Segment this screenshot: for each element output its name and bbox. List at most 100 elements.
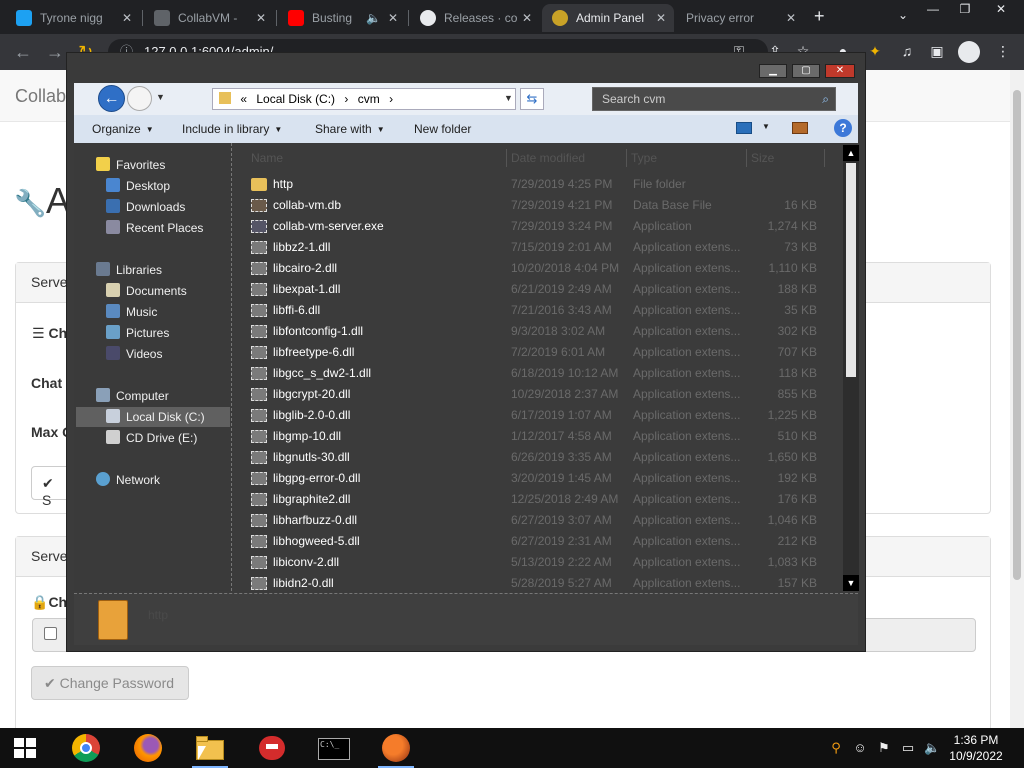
close-icon[interactable]: ✕: [256, 11, 266, 25]
profile-avatar-icon[interactable]: [958, 41, 980, 63]
scrollbar-thumb[interactable]: [846, 163, 856, 377]
file-row[interactable]: libcairo-2.dll 10/20/2018 4:04 PM Applicat…: [245, 258, 837, 279]
menu-icon[interactable]: ⋮: [994, 43, 1012, 61]
nav-recent-places[interactable]: Recent Places: [106, 218, 203, 238]
file-row[interactable]: libharfbuzz-0.dll 6/27/2019 3:07 AM Applic…: [245, 510, 837, 531]
search-icon[interactable]: ⚲: [828, 740, 844, 756]
organize-menu[interactable]: Organize ▼: [92, 122, 154, 136]
puzzle-icon[interactable]: ✦: [866, 43, 884, 61]
speaker-icon[interactable]: 🔈: [366, 11, 381, 25]
nav-desktop[interactable]: Desktop: [106, 176, 170, 196]
file-row[interactable]: libfreetype-6.dll 7/2/2019 6:01 AM Applica…: [245, 342, 837, 363]
file-row[interactable]: libhogweed-5.dll 6/27/2019 2:31 AM Applica…: [245, 531, 837, 552]
forward-arrow-icon[interactable]: →: [46, 42, 64, 63]
tab-github[interactable]: Releases · co ✕: [410, 4, 540, 32]
volume-icon[interactable]: 🔈: [924, 740, 940, 756]
page-scrollbar[interactable]: [1010, 70, 1024, 728]
file-row[interactable]: libgpg-error-0.dll 3/20/2019 1:45 AM Appli…: [245, 468, 837, 489]
file-row[interactable]: libbz2-1.dll 7/15/2019 2:01 AM Application…: [245, 237, 837, 258]
minimize-icon[interactable]: —: [918, 0, 948, 18]
column-header-size[interactable]: Size: [751, 149, 825, 167]
file-row[interactable]: libgraphite2.dll 12/25/2018 2:49 AM Applic…: [245, 489, 837, 510]
scrollbar-thumb[interactable]: [1013, 90, 1021, 580]
collabvm-icon[interactable]: [378, 732, 414, 768]
help-icon[interactable]: ?: [834, 119, 852, 137]
include-in-library-menu[interactable]: Include in library ▼: [182, 122, 282, 136]
password-checkbox[interactable]: [44, 627, 57, 640]
firefox-icon[interactable]: [130, 732, 166, 764]
nav-videos[interactable]: Videos: [106, 344, 162, 364]
file-row[interactable]: libgcc_s_dw2-1.dll 6/18/2019 10:12 AM Appl…: [245, 363, 837, 384]
save-button[interactable]: ✔ S: [31, 466, 71, 508]
scroll-down-icon[interactable]: ▼: [843, 575, 859, 591]
search-icon[interactable]: ⌕: [822, 88, 829, 110]
nav-network[interactable]: Network: [96, 470, 160, 490]
file-row[interactable]: libglib-2.0-0.dll 6/17/2019 1:07 AM Applic…: [245, 405, 837, 426]
forward-button[interactable]: [127, 86, 152, 111]
nav-documents[interactable]: Documents: [106, 281, 187, 301]
network-icon[interactable]: ▭: [900, 740, 916, 756]
breadcrumb-local-disk[interactable]: Local Disk (C:): [256, 92, 335, 106]
search-input[interactable]: Search cvm ⌕: [592, 87, 836, 111]
file-row[interactable]: libgmp-10.dll 1/12/2017 4:58 AM Applicatio…: [245, 426, 837, 447]
tab-collabvm[interactable]: CollabVM - ✕: [144, 4, 274, 32]
change-password-button[interactable]: ✔ Change Password: [31, 666, 189, 700]
cmd-icon[interactable]: C:\_: [316, 732, 352, 764]
column-header-name[interactable]: Name: [251, 149, 507, 167]
preview-pane-icon[interactable]: [792, 122, 808, 134]
tab-privacy-error[interactable]: Privacy error ✕: [676, 4, 804, 32]
windows-start-icon[interactable]: [14, 738, 36, 758]
tab-admin-panel[interactable]: Admin Panel ✕: [542, 4, 674, 32]
emoji-icon[interactable]: ☺: [852, 740, 868, 756]
share-with-menu[interactable]: Share with ▼: [315, 122, 385, 136]
chrome-icon[interactable]: [68, 732, 104, 764]
views-icon[interactable]: [736, 122, 752, 134]
scroll-up-icon[interactable]: ▲: [843, 145, 859, 161]
restore-icon[interactable]: ❐: [950, 0, 980, 18]
nav-local-disk[interactable]: Local Disk (C:): [76, 407, 230, 427]
nav-cd-drive[interactable]: CD Drive (E:): [106, 428, 197, 448]
file-row[interactable]: collab-vm-server.exe 7/29/2019 3:24 PM App…: [245, 216, 837, 237]
close-icon[interactable]: ✕: [786, 11, 796, 25]
column-header-date[interactable]: Date modified: [511, 149, 627, 167]
sidepanel-icon[interactable]: ▣: [928, 43, 946, 61]
file-row[interactable]: libgnutls-30.dll 6/26/2019 3:35 AM Applica…: [245, 447, 837, 468]
back-arrow-icon[interactable]: ←: [14, 42, 32, 63]
window-titlebar[interactable]: [67, 53, 865, 83]
clock-time[interactable]: 1:36 PM: [948, 733, 1004, 747]
file-row[interactable]: libiconv-2.dll 5/13/2019 2:22 AM Applicati…: [245, 552, 837, 573]
action-center-icon[interactable]: ⚑: [876, 740, 892, 756]
breadcrumb[interactable]: « Local Disk (C:) › cvm ›: [212, 88, 516, 110]
new-folder-button[interactable]: New folder: [414, 122, 471, 136]
column-header-type[interactable]: Type: [631, 149, 747, 167]
breadcrumb-cvm[interactable]: cvm: [358, 92, 380, 106]
nav-music[interactable]: Music: [106, 302, 157, 322]
close-icon[interactable]: ✕: [986, 0, 1016, 18]
file-row[interactable]: http 7/29/2019 4:25 PM File folder: [245, 174, 837, 195]
nav-libraries[interactable]: Libraries: [96, 260, 162, 280]
file-row[interactable]: libffi-6.dll 7/21/2016 3:43 AM Application…: [245, 300, 837, 321]
tab-twitter[interactable]: Tyrone nigg ✕: [6, 4, 140, 32]
angry-birds-icon[interactable]: [254, 732, 290, 764]
new-tab-button[interactable]: +: [814, 6, 825, 27]
file-list-scrollbar[interactable]: ▲ ▼: [843, 145, 859, 591]
refresh-icon[interactable]: ⇆: [520, 88, 544, 110]
file-row[interactable]: collab-vm.db 7/29/2019 4:21 PM Data Base F…: [245, 195, 837, 216]
close-icon[interactable]: ✕: [522, 11, 532, 25]
maximize-button[interactable]: ▢: [792, 64, 820, 78]
nav-downloads[interactable]: Downloads: [106, 197, 185, 217]
file-row[interactable]: libidn2-0.dll 5/28/2019 5:27 AM Applicatio…: [245, 573, 837, 591]
breadcrumb-separator[interactable]: ›: [344, 92, 348, 106]
tab-search-icon[interactable]: ⌄: [898, 8, 908, 22]
close-icon[interactable]: ✕: [388, 11, 398, 25]
tab-youtube[interactable]: Busting 🔈 ✕: [278, 4, 406, 32]
clock-date[interactable]: 10/9/2022: [944, 749, 1008, 763]
chevron-down-icon[interactable]: ▼: [156, 92, 165, 102]
breadcrumb-separator[interactable]: ›: [389, 92, 393, 106]
file-row[interactable]: libfontconfig-1.dll 9/3/2018 3:02 AM Appli…: [245, 321, 837, 342]
file-row[interactable]: libexpat-1.dll 6/21/2019 2:49 AM Applicati…: [245, 279, 837, 300]
nav-pictures[interactable]: Pictures: [106, 323, 169, 343]
brand-logo[interactable]: Collab: [15, 86, 66, 107]
close-button[interactable]: ✕: [825, 64, 855, 78]
close-icon[interactable]: ✕: [122, 11, 132, 25]
